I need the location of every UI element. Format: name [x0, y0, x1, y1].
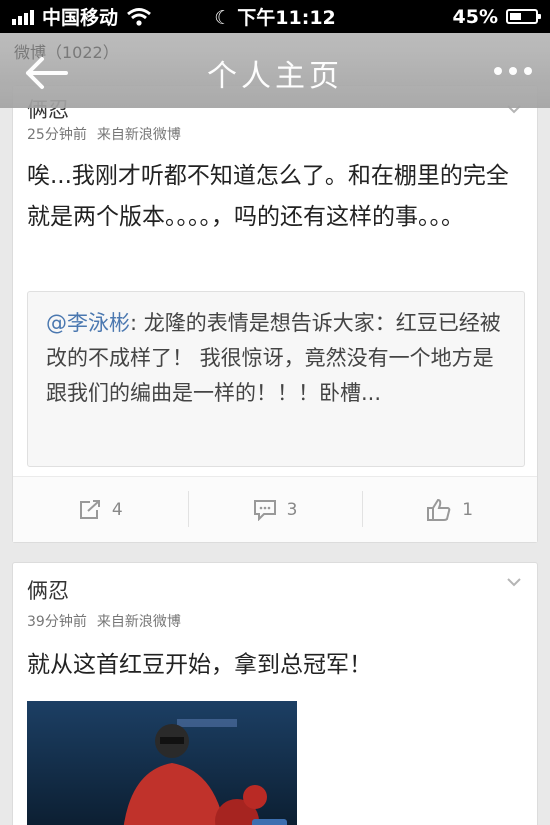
post-image[interactable] [27, 701, 297, 825]
post-text: 唉...我刚才听都不知道怎么了。和在棚里的完全就是两个版本。。。。，吗的还有这样… [27, 163, 509, 230]
nav-bar: 微博（1022） 个人主页 [0, 33, 550, 108]
comment-icon [253, 499, 276, 521]
battery-percent: 45% [452, 5, 498, 28]
more-icon[interactable] [494, 67, 532, 75]
post-source: 来自新浪微博 [96, 614, 181, 630]
comment-count: 3 [286, 499, 298, 520]
moon-icon: ☾ [214, 7, 232, 29]
post-author[interactable]: 俩忍 [27, 575, 69, 605]
clock-label: 下午11:12 [237, 7, 336, 29]
page-title: 个人主页 [207, 59, 343, 94]
performer-photo [27, 701, 297, 825]
repost-count: 4 [111, 499, 123, 520]
post-time: 25分钟前 [27, 127, 87, 143]
wifi-icon [127, 7, 151, 26]
post-card[interactable]: 俩忍 25分钟前 来自新浪微博 唉...我刚才听都不知道怎么了。和在棚里的完全就… [12, 85, 538, 543]
carrier-label: 中国移动 [42, 7, 119, 29]
repost-quote[interactable]: @李泳彬: 龙隆的表情是想告诉大家：红豆已经被改的不成样了！ 我很惊讶，竟然没有… [27, 291, 525, 467]
post-time: 39分钟前 [27, 614, 87, 630]
repost-icon [79, 499, 100, 519]
post-actions: 4 3 1 [13, 476, 537, 542]
status-bar: 中国移动 ☾ 下午11:12 45% [0, 0, 550, 33]
battery-icon [506, 9, 541, 24]
post-meta: 39分钟前 来自新浪微博 [27, 611, 181, 631]
signal-icon [12, 9, 34, 25]
mention-link[interactable]: @李泳彬 [46, 311, 130, 335]
repost-button[interactable]: 4 [13, 477, 188, 542]
post-card[interactable]: 俩忍 39分钟前 来自新浪微博 就从这首红豆开始，拿到总冠军！ [12, 562, 538, 825]
post-text: 就从这首红豆开始，拿到总冠军！ [27, 652, 372, 678]
thumbs-up-icon [427, 498, 451, 521]
post-meta: 25分钟前 来自新浪微博 [27, 124, 181, 144]
post-source: 来自新浪微博 [96, 127, 181, 143]
comment-button[interactable]: 3 [187, 477, 363, 542]
like-count: 1 [462, 499, 474, 520]
chevron-down-icon[interactable] [507, 577, 521, 587]
like-button[interactable]: 1 [362, 477, 537, 542]
